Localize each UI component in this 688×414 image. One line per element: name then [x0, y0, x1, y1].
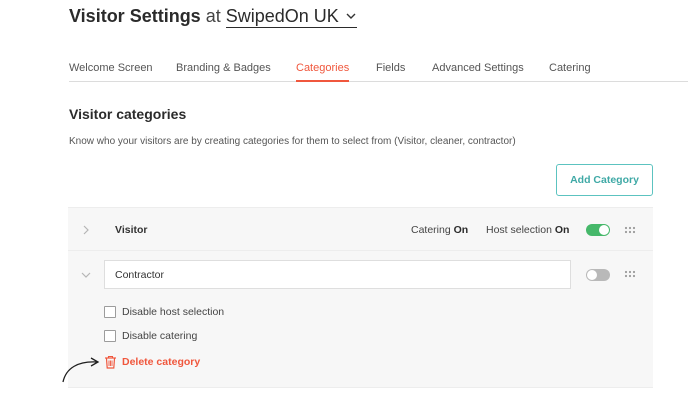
host-selection-label: Host selection — [486, 224, 552, 236]
venue-selector[interactable]: SwipedOn UK — [225, 6, 357, 28]
settings-tabs: Welcome Screen Branding & Badges Categor… — [69, 60, 688, 82]
page-header: Visitor Settings at SwipedOn UK — [69, 6, 357, 32]
catering-status: Catering On — [411, 224, 468, 236]
tab-catering[interactable]: Catering — [549, 60, 591, 82]
drag-handle-icon[interactable] — [624, 226, 636, 234]
category-toggle[interactable] — [586, 269, 610, 281]
tab-welcome-screen[interactable]: Welcome Screen — [69, 60, 153, 82]
tab-advanced-settings[interactable]: Advanced Settings — [432, 60, 524, 82]
delete-category-button[interactable]: Delete category — [104, 355, 200, 369]
category-row-contractor: Disable host selection Disable catering … — [68, 251, 653, 388]
tab-fields[interactable]: Fields — [376, 60, 405, 82]
catering-label: Catering — [411, 224, 451, 236]
toggle-knob — [587, 270, 597, 280]
host-selection-status: Host selection On — [486, 224, 569, 236]
catering-value: On — [453, 224, 469, 236]
page-title: Visitor Settings — [69, 6, 201, 26]
section-title: Visitor categories — [69, 106, 187, 122]
venue-name: SwipedOn UK — [225, 6, 339, 26]
category-toggle[interactable] — [586, 224, 610, 236]
trash-icon — [105, 355, 116, 369]
host-selection-value: On — [554, 224, 570, 236]
category-name-input[interactable] — [104, 260, 571, 289]
section-description: Know who your visitors are by creating c… — [69, 136, 516, 147]
disable-catering-checkbox[interactable] — [104, 330, 116, 342]
disable-catering-option[interactable]: Disable catering — [104, 330, 197, 342]
page-title-at: at — [205, 6, 221, 26]
drag-handle-icon[interactable] — [624, 270, 636, 278]
toggle-knob — [599, 225, 609, 235]
tab-categories[interactable]: Categories — [296, 60, 350, 82]
checkbox-label: Disable host selection — [122, 306, 225, 318]
category-row-visitor[interactable]: Visitor Catering On Host selection On — [68, 207, 653, 251]
pointer-arrow-icon — [62, 357, 100, 383]
add-category-button[interactable]: Add Category — [556, 164, 653, 196]
checkbox-label: Disable catering — [122, 330, 198, 342]
tab-branding-badges[interactable]: Branding & Badges — [176, 60, 271, 82]
category-name: Visitor — [115, 224, 148, 236]
chevron-right-icon[interactable] — [81, 225, 91, 235]
disable-host-selection-option[interactable]: Disable host selection — [104, 306, 224, 318]
chevron-down-icon — [346, 13, 356, 19]
delete-category-label: Delete category — [122, 356, 201, 368]
chevron-down-icon[interactable] — [81, 270, 91, 280]
disable-host-selection-checkbox[interactable] — [104, 306, 116, 318]
